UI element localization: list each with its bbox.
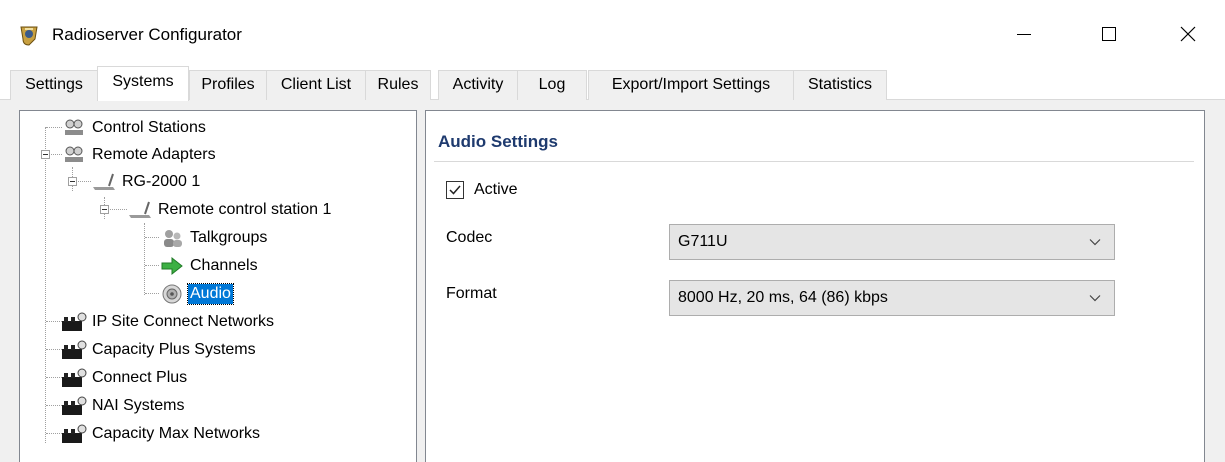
tree-item-remote-adapters[interactable]: Remote Adapters xyxy=(60,142,218,168)
systems-tree[interactable]: Control Stations Remote Adapters RG-2000… xyxy=(19,110,417,462)
tab-export-import-settings[interactable]: Export/Import Settings xyxy=(588,70,794,100)
collapse-toggle[interactable] xyxy=(68,177,77,186)
tab-activity[interactable]: Activity xyxy=(438,70,518,100)
systems-tab-content: Control Stations Remote Adapters RG-2000… xyxy=(0,100,1225,462)
tree-item-label: Control Stations xyxy=(92,119,206,136)
tab-systems[interactable]: Systems xyxy=(97,66,189,101)
close-button[interactable] xyxy=(1165,16,1211,52)
tab-settings[interactable]: Settings xyxy=(10,70,98,100)
tree-item-capacity-plus-systems[interactable]: Capacity Plus Systems xyxy=(60,337,258,363)
tab-strip: Settings Systems Profiles Client List Ru… xyxy=(0,66,1225,101)
tree-item-label: Remote Adapters xyxy=(92,146,216,163)
tree-item-remote-control-station-1[interactable]: Remote control station 1 xyxy=(126,197,333,223)
repeater-gateway-icon xyxy=(90,170,118,194)
codec-label: Codec xyxy=(446,229,493,246)
tree-item-talkgroups[interactable]: Talkgroups xyxy=(158,225,269,251)
tree-item-rg-2000-1[interactable]: RG-2000 1 xyxy=(90,169,202,195)
tree-item-nai-systems[interactable]: NAI Systems xyxy=(60,393,186,419)
network-icon xyxy=(60,338,88,362)
tab-client-list[interactable]: Client List xyxy=(266,70,366,100)
tree-item-label: IP Site Connect Networks xyxy=(92,313,275,330)
chevron-down-icon xyxy=(1089,239,1101,246)
tree-item-label: Capacity Max Networks xyxy=(92,425,261,442)
maximize-icon xyxy=(1102,27,1116,41)
tree-item-label: Remote control station 1 xyxy=(158,201,332,218)
network-icon xyxy=(60,310,88,334)
section-divider xyxy=(434,161,1194,162)
tree-connector xyxy=(145,265,159,266)
collapse-toggle[interactable] xyxy=(100,205,109,214)
title-bar: Radioserver Configurator xyxy=(0,0,1225,66)
window-right-edge xyxy=(1212,100,1225,462)
tab-statistics[interactable]: Statistics xyxy=(793,70,887,100)
checkmark-icon xyxy=(449,185,461,195)
active-checkbox[interactable] xyxy=(446,181,464,199)
talkgroups-icon xyxy=(158,226,186,250)
tree-connector xyxy=(144,223,145,295)
remote-adapters-icon xyxy=(60,143,88,167)
active-label: Active xyxy=(474,181,518,198)
format-label: Format xyxy=(446,285,497,302)
radioserver-app-icon xyxy=(18,24,40,46)
network-icon xyxy=(60,422,88,446)
tree-item-label: Channels xyxy=(190,257,258,274)
tree-connector xyxy=(45,127,46,443)
tree-item-ip-site-connect-networks[interactable]: IP Site Connect Networks xyxy=(60,309,276,335)
tree-item-capacity-max-networks[interactable]: Capacity Max Networks xyxy=(60,421,262,447)
tab-profiles[interactable]: Profiles xyxy=(189,70,267,100)
collapse-toggle[interactable] xyxy=(41,150,50,159)
chevron-down-icon xyxy=(1089,295,1101,302)
maximize-button[interactable] xyxy=(1086,16,1132,52)
tree-item-label: Talkgroups xyxy=(190,229,268,246)
tree-item-audio[interactable]: Audio xyxy=(158,281,234,307)
tree-connector xyxy=(145,293,159,294)
minimize-button[interactable] xyxy=(1001,16,1047,52)
audio-icon xyxy=(158,282,186,306)
network-icon xyxy=(60,394,88,418)
tree-item-connect-plus[interactable]: Connect Plus xyxy=(60,365,189,391)
tree-item-label: Audio xyxy=(187,283,234,305)
tree-item-label: RG-2000 1 xyxy=(122,173,201,190)
network-icon xyxy=(60,366,88,390)
close-icon xyxy=(1180,26,1196,42)
tree-connector xyxy=(145,237,159,238)
window-title: Radioserver Configurator xyxy=(52,25,242,44)
section-header: Audio Settings xyxy=(438,132,558,151)
tree-item-label: Connect Plus xyxy=(92,369,188,386)
tab-log[interactable]: Log xyxy=(517,70,587,100)
codec-value: G711U xyxy=(678,233,728,250)
control-stations-icon xyxy=(60,116,88,140)
remote-station-icon xyxy=(126,198,154,222)
format-select[interactable]: 8000 Hz, 20 ms, 64 (86) kbps xyxy=(669,280,1115,316)
tree-item-channels[interactable]: Channels xyxy=(158,253,260,279)
channels-icon xyxy=(158,254,186,278)
tab-rules[interactable]: Rules xyxy=(365,70,431,100)
tree-item-label: Capacity Plus Systems xyxy=(92,341,256,358)
format-value: 8000 Hz, 20 ms, 64 (86) kbps xyxy=(678,289,888,306)
audio-settings-panel: Audio Settings Active Codec G711U Format… xyxy=(425,110,1205,462)
tree-item-control-stations[interactable]: Control Stations xyxy=(60,115,208,141)
minimize-icon xyxy=(1017,34,1031,35)
tree-item-label: NAI Systems xyxy=(92,397,185,414)
codec-select[interactable]: G711U xyxy=(669,224,1115,260)
